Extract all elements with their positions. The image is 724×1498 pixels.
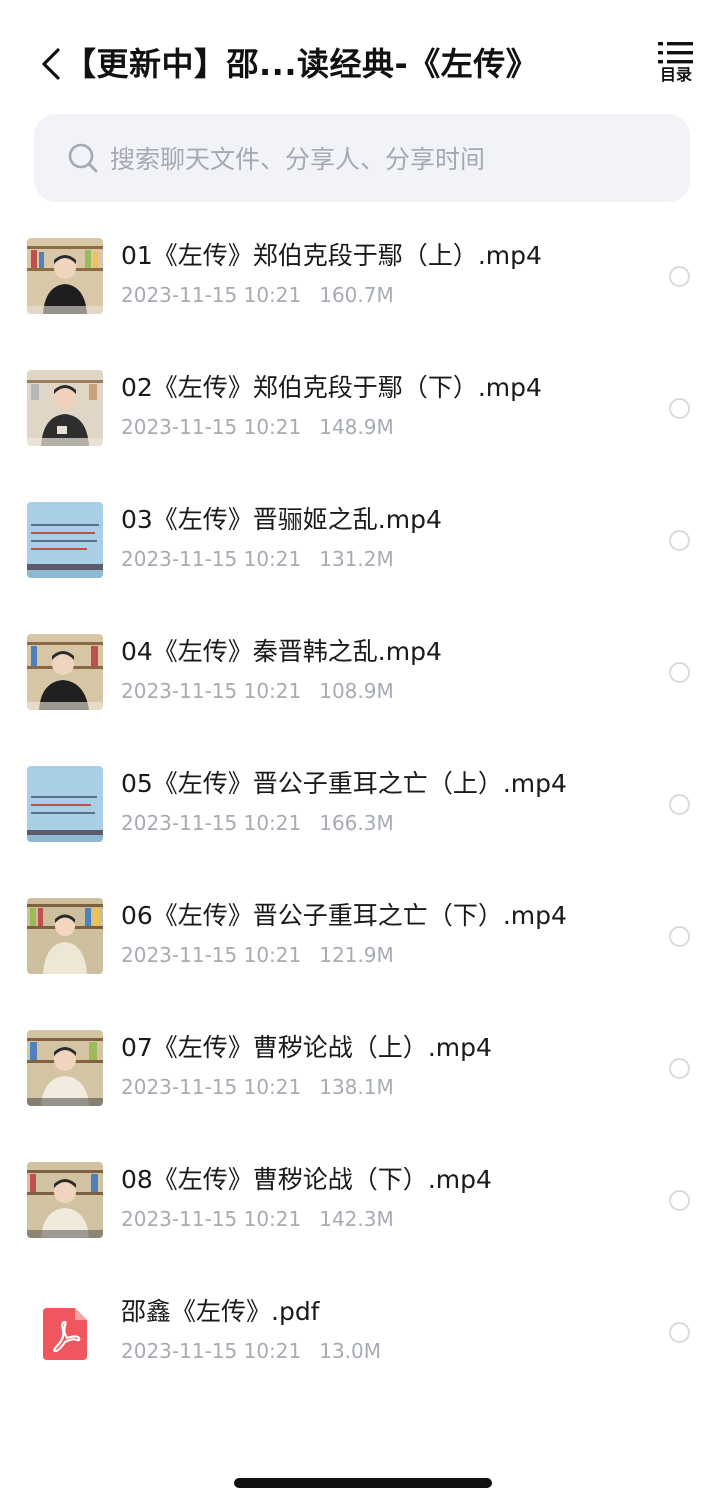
select-radio[interactable]	[669, 926, 690, 947]
select-radio[interactable]	[669, 1058, 690, 1079]
back-button[interactable]	[36, 42, 66, 86]
file-meta: 2023-11-15 10:21 142.3M	[121, 1204, 394, 1234]
header: 【更新中】邵...读经典-《左传》 目录	[0, 0, 724, 108]
person-shelf-icon	[27, 898, 103, 974]
list-item[interactable]: 06《左传》晋公子重耳之亡（下）.mp4 2023-11-15 10:21 121…	[0, 868, 724, 1000]
file-size: 142.3M	[319, 1207, 394, 1231]
select-radio[interactable]	[669, 398, 690, 419]
file-date: 2023-11-15 10:21	[121, 1075, 302, 1099]
file-date: 2023-11-15 10:21	[121, 1207, 302, 1231]
search-icon	[68, 143, 98, 173]
select-radio[interactable]	[669, 1190, 690, 1211]
select-radio[interactable]	[669, 266, 690, 287]
person-shelf-icon	[27, 1162, 103, 1238]
file-name: 06《左传》晋公子重耳之亡（下）.mp4	[121, 901, 567, 930]
file-meta: 2023-11-15 10:21 148.9M	[121, 412, 394, 442]
select-radio[interactable]	[669, 794, 690, 815]
file-name: 08《左传》曹秽论战（下）.mp4	[121, 1165, 492, 1194]
person-shelf-icon	[27, 238, 103, 314]
file-meta: 2023-11-15 10:21 131.2M	[121, 544, 394, 574]
file-date: 2023-11-15 10:21	[121, 943, 302, 967]
file-meta: 2023-11-15 10:21 13.0M	[121, 1336, 381, 1366]
list-item[interactable]: 08《左传》曹秽论战（下）.mp4 2023-11-15 10:21 142.3M	[0, 1132, 724, 1264]
file-meta: 2023-11-15 10:21 138.1M	[121, 1072, 394, 1102]
select-radio[interactable]	[669, 662, 690, 683]
file-date: 2023-11-15 10:21	[121, 415, 302, 439]
file-name: 05《左传》晋公子重耳之亡（上）.mp4	[121, 769, 567, 798]
file-meta: 2023-11-15 10:21 121.9M	[121, 940, 394, 970]
file-meta: 2023-11-15 10:21 108.9M	[121, 676, 394, 706]
file-name: 邵鑫《左传》.pdf	[121, 1297, 320, 1326]
list-item[interactable]: 04《左传》秦晋韩之乱.mp4 2023-11-15 10:21 108.9M	[0, 604, 724, 736]
pdf-icon	[43, 1308, 87, 1360]
slide-text-icon	[27, 766, 103, 842]
file-name: 03《左传》晋骊姬之乱.mp4	[121, 505, 442, 534]
list-item[interactable]: 邵鑫《左传》.pdf 2023-11-15 10:21 13.0M	[0, 1264, 724, 1396]
file-date: 2023-11-15 10:21	[121, 283, 302, 307]
file-date: 2023-11-15 10:21	[121, 811, 302, 835]
page-title: 【更新中】邵...读经典-《左传》	[64, 45, 539, 83]
list-item[interactable]: 01《左传》郑伯克段于鄢（上）.mp4 2023-11-15 10:21 160.…	[0, 208, 724, 340]
select-radio[interactable]	[669, 530, 690, 551]
file-size: 121.9M	[319, 943, 394, 967]
file-size: 131.2M	[319, 547, 394, 571]
file-date: 2023-11-15 10:21	[121, 547, 302, 571]
toc-button[interactable]: 目录	[650, 42, 702, 92]
file-name: 04《左传》秦晋韩之乱.mp4	[121, 637, 442, 666]
file-size: 166.3M	[319, 811, 394, 835]
file-name: 07《左传》曹秽论战（上）.mp4	[121, 1033, 492, 1062]
list-item[interactable]: 02《左传》郑伯克段于鄢（下）.mp4 2023-11-15 10:21 148.…	[0, 340, 724, 472]
home-indicator[interactable]	[234, 1478, 492, 1488]
search-placeholder: 搜索聊天文件、分享人、分享时间	[110, 145, 486, 174]
toc-label: 目录	[659, 65, 692, 84]
file-size: 160.7M	[319, 283, 394, 307]
person-shelf-icon	[27, 1030, 103, 1106]
file-size: 148.9M	[319, 415, 394, 439]
file-meta: 2023-11-15 10:21 166.3M	[121, 808, 394, 838]
list-item[interactable]: 07《左传》曹秽论战（上）.mp4 2023-11-15 10:21 138.1M	[0, 1000, 724, 1132]
file-size: 13.0M	[319, 1339, 382, 1363]
list-item[interactable]: 03《左传》晋骊姬之乱.mp4 2023-11-15 10:21 131.2M	[0, 472, 724, 604]
file-size: 138.1M	[319, 1075, 394, 1099]
person-shelf-icon	[27, 370, 103, 446]
search-input[interactable]: 搜索聊天文件、分享人、分享时间	[34, 114, 690, 202]
file-size: 108.9M	[319, 679, 394, 703]
list-icon	[658, 42, 693, 64]
file-list-screen: 【更新中】邵...读经典-《左传》 目录 搜索聊天文件、分享人、分享时间 01《…	[0, 0, 724, 1498]
file-name: 02《左传》郑伯克段于鄢（下）.mp4	[121, 373, 542, 402]
file-meta: 2023-11-15 10:21 160.7M	[121, 280, 394, 310]
slide-text-icon	[27, 502, 103, 578]
file-list: 01《左传》郑伯克段于鄢（上）.mp4 2023-11-15 10:21 160.…	[0, 208, 724, 1396]
select-radio[interactable]	[669, 1322, 690, 1343]
person-shelf-icon	[27, 634, 103, 710]
file-name: 01《左传》郑伯克段于鄢（上）.mp4	[121, 241, 542, 270]
file-date: 2023-11-15 10:21	[121, 679, 302, 703]
list-item[interactable]: 05《左传》晋公子重耳之亡（上）.mp4 2023-11-15 10:21 166…	[0, 736, 724, 868]
file-date: 2023-11-15 10:21	[121, 1339, 302, 1363]
chevron-left-icon	[42, 48, 60, 80]
